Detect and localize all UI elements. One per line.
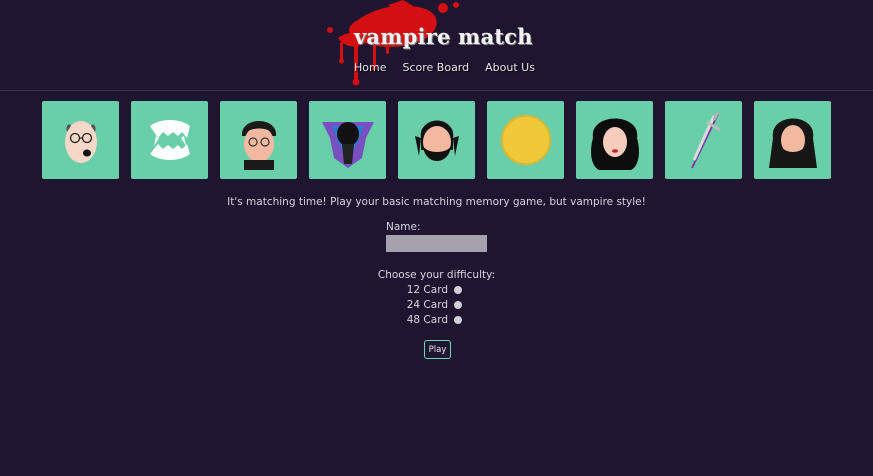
card-bald-glasses-man — [42, 101, 119, 179]
nav-about-us-link[interactable]: About Us — [485, 61, 535, 74]
long-hair-woman-face-icon — [590, 118, 639, 170]
name-label: Name: — [386, 221, 421, 233]
name-input[interactable] — [386, 235, 487, 252]
moon-icon — [500, 115, 551, 165]
card-long-hair-woman — [576, 101, 653, 179]
fangs-icon — [149, 120, 190, 160]
card-long-hair-bearded-man — [754, 101, 831, 179]
nav-home-link[interactable]: Home — [354, 61, 386, 74]
card-bearded-man — [398, 101, 475, 179]
bearded-man-face-icon — [414, 120, 459, 161]
intro-text: It's matching time! Play your basic matc… — [227, 196, 646, 208]
card-glasses-man — [220, 101, 297, 179]
difficulty-option-24[interactable]: 24 Card — [380, 298, 462, 312]
bald-glasses-face-icon — [64, 121, 97, 163]
card-gallery — [42, 101, 831, 179]
difficulty-option-12[interactable]: 12 Card — [380, 283, 462, 297]
nav-score-board-link[interactable]: Score Board — [402, 61, 469, 74]
difficulty-option-label: 48 Card — [406, 314, 448, 326]
difficulty-option-label: 24 Card — [406, 299, 448, 311]
radio-24-card[interactable] — [454, 301, 462, 309]
radio-12-card[interactable] — [454, 286, 462, 294]
purple-cloak-icon — [321, 122, 374, 168]
stake-dagger-icon — [690, 111, 721, 169]
difficulty-label: Choose your difficulty: — [377, 269, 496, 281]
main-nav: Home Score Board About Us — [354, 61, 535, 74]
card-moon — [487, 101, 564, 179]
site-title: vampire match — [354, 24, 533, 49]
card-purple-cloak — [309, 101, 386, 179]
glasses-man-face-icon — [241, 121, 276, 170]
site-header: vampire match Home Score Board About Us — [0, 0, 873, 91]
difficulty-option-48[interactable]: 48 Card — [380, 313, 462, 327]
difficulty-option-label: 12 Card — [406, 284, 448, 296]
play-button[interactable]: Play — [424, 340, 451, 359]
long-hair-bearded-man-face-icon — [768, 118, 817, 168]
card-stake-dagger — [665, 101, 742, 179]
card-fangs — [131, 101, 208, 179]
radio-48-card[interactable] — [454, 316, 462, 324]
